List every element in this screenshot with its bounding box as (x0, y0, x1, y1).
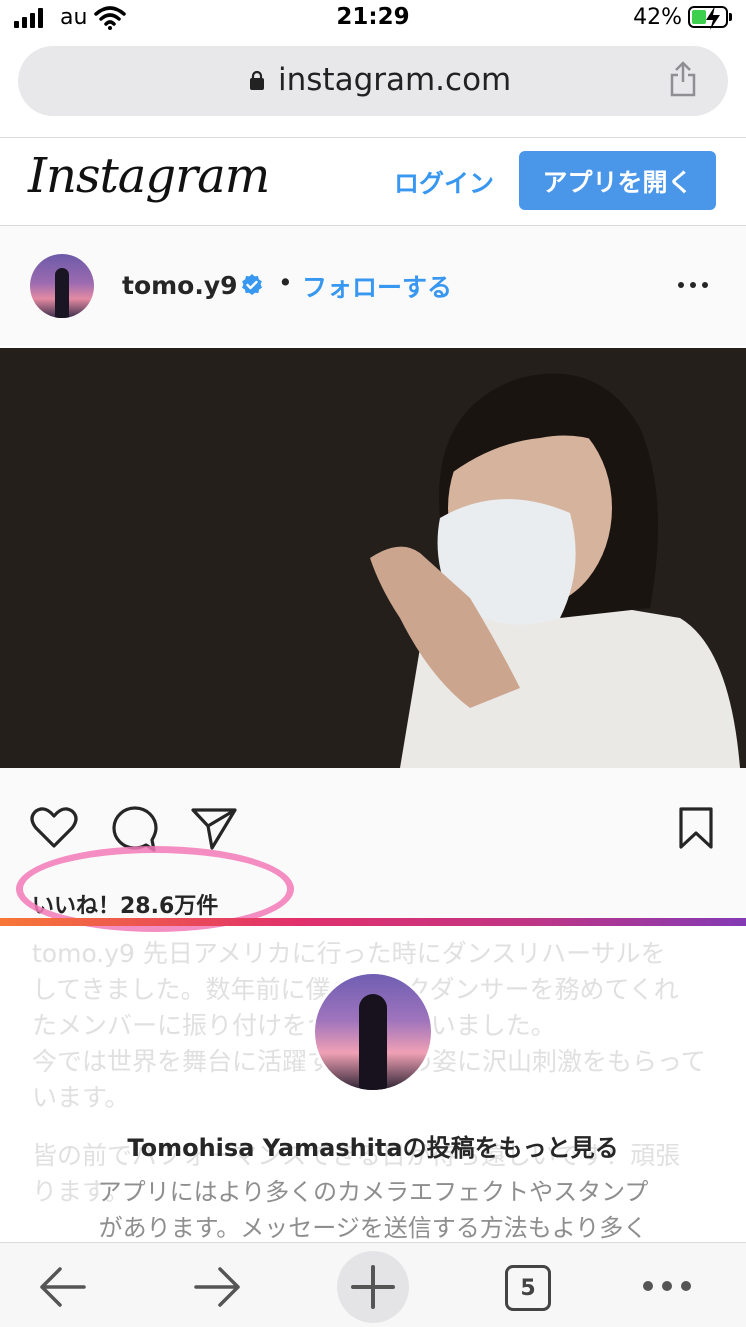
post-photo[interactable] (0, 348, 746, 768)
profile-avatar-large (315, 974, 431, 1090)
photo-image (0, 348, 746, 768)
see-more-title: Tomohisa Yamashitaの投稿をもっと見る (127, 1134, 619, 1162)
post-header: tomo.y9 • フォローする (0, 226, 746, 346)
browser-toolbar: 5 (0, 1242, 746, 1327)
charging-icon (706, 6, 720, 30)
gradient-divider (0, 918, 746, 926)
promo-line: があります。メッセージを送信する方法もより多く (98, 1214, 648, 1242)
bookmark-icon[interactable] (678, 806, 714, 850)
status-bar: au 21:29 42% (0, 0, 746, 38)
more-options-icon[interactable] (678, 282, 708, 288)
promo-line: アプリにはより多くのカメラエフェクトやスタンプ (97, 1178, 649, 1206)
verified-badge-icon (242, 274, 262, 295)
heart-icon[interactable] (30, 806, 78, 850)
login-link[interactable]: ログイン (394, 164, 494, 200)
lock-icon (250, 70, 264, 90)
back-icon[interactable] (36, 1265, 88, 1309)
app-promo-text: アプリにはより多くのカメラエフェクトやスタンプ があります。メッセージを送信する… (60, 1174, 686, 1246)
username-link[interactable]: tomo.y9 (122, 271, 238, 300)
instagram-logo[interactable]: Instagram (28, 148, 270, 204)
tabs-button[interactable]: 5 (505, 1265, 551, 1311)
avatar[interactable] (30, 254, 94, 318)
caption-line: tomo.y9 先日アメリカに行った時にダンスリハーサルを (32, 939, 666, 968)
address-bar[interactable]: instagram.com (18, 46, 728, 116)
separator-dot: • (278, 268, 293, 297)
divider (0, 137, 746, 138)
open-app-button[interactable]: アプリを開く (519, 151, 716, 210)
follow-button[interactable]: フォローする (302, 268, 452, 304)
forward-icon[interactable] (192, 1265, 244, 1309)
more-icon[interactable] (643, 1281, 691, 1291)
share-icon[interactable] (668, 60, 698, 98)
plus-icon (351, 1265, 395, 1309)
battery-percent: 42% (633, 5, 682, 30)
share-send-icon[interactable] (190, 806, 238, 850)
new-tab-button[interactable] (337, 1251, 409, 1323)
url-text[interactable]: instagram.com (278, 62, 511, 98)
